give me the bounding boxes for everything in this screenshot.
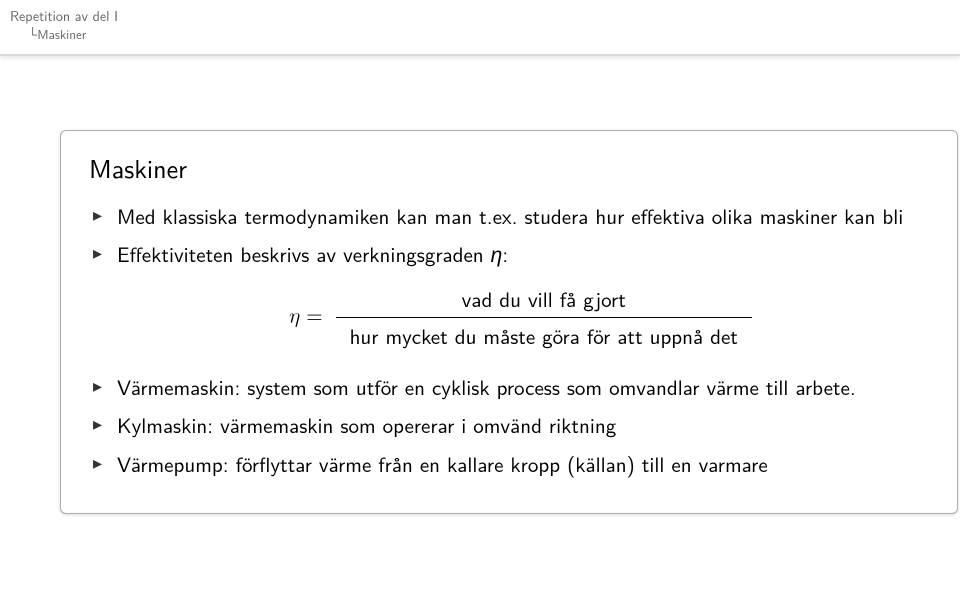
- list-item: Effektiviteten beskrivs av verkningsgrad…: [89, 239, 929, 351]
- bullet-list: Med klassiska termodynamiken kan man t.e…: [89, 201, 929, 479]
- tree-branch-icon: └: [28, 25, 37, 44]
- block-title: Maskiner: [89, 149, 929, 187]
- bullet-text-1: Med klassiska termodynamiken kan man t.e…: [117, 201, 903, 231]
- list-item: Med klassiska termodynamiken kan man t.e…: [89, 201, 929, 231]
- bullet-text-4: Kylmaskin: värmemaskin som opererar i om…: [117, 410, 616, 440]
- bullet-text-5: Värmepump: förflyttar värme från en kall…: [117, 449, 768, 479]
- list-item: Kylmaskin: värmemaskin som opererar i om…: [89, 410, 929, 440]
- content-block: Maskiner Med klassiska termodynamiken ka…: [60, 130, 958, 514]
- colon: :: [502, 239, 508, 269]
- breadcrumb-line1: Repetition av del I: [10, 6, 118, 26]
- list-item: Värmemaskin: system som utför en cyklisk…: [89, 372, 929, 402]
- eta-symbol: η: [491, 239, 503, 269]
- equation-equals: =: [299, 306, 329, 327]
- equation-denominator: hur mycket du måste göra för att uppnå d…: [336, 318, 752, 351]
- breadcrumb-text-2: Maskiner: [37, 25, 86, 44]
- slide: Repetition av del I └ Maskiner Maskiner …: [0, 0, 960, 594]
- equation-numerator: vad du vill få gjort: [336, 284, 752, 318]
- equation: η = vad du vill få gjort hur mycket du m…: [117, 284, 929, 352]
- equation-lhs: η: [288, 306, 299, 327]
- equation-fraction: vad du vill få gjort hur mycket du måste…: [336, 284, 752, 352]
- breadcrumb-line2: └ Maskiner: [28, 25, 86, 44]
- bullet-text-2: Effektiviteten beskrivs av verkningsgrad…: [117, 239, 491, 269]
- bullet-text-3: Värmemaskin: system som utför en cyklisk…: [117, 372, 856, 402]
- header-divider: [0, 54, 960, 56]
- list-item: Värmepump: förflyttar värme från en kall…: [89, 449, 929, 479]
- breadcrumb-text-1: Repetition av del I: [10, 6, 118, 26]
